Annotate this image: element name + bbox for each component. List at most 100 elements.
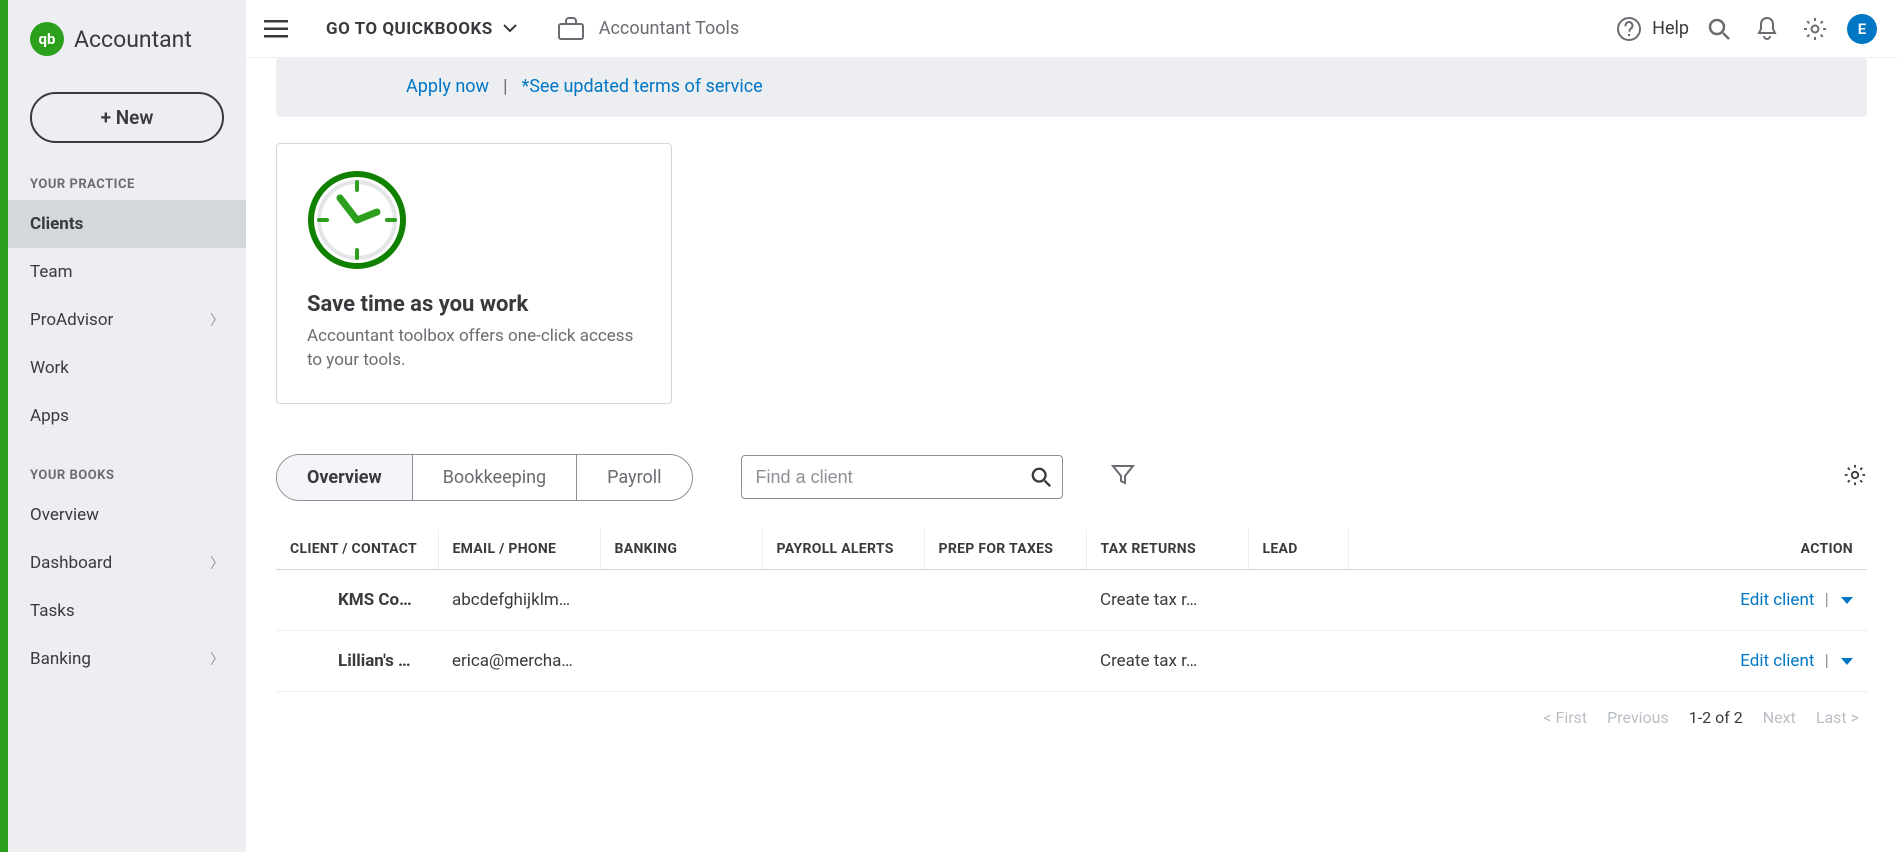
cell-prep — [924, 569, 1086, 630]
sidebar-item-label: Banking — [30, 649, 91, 669]
hamburger-button[interactable] — [254, 7, 298, 51]
main: GO TO QUICKBOOKS Accountant Tools Help E… — [246, 0, 1897, 852]
promo-banner: Apply now | *See updated terms of servic… — [276, 58, 1867, 117]
avatar[interactable]: E — [1847, 14, 1877, 44]
terms-link[interactable]: *See updated terms of service — [521, 76, 762, 97]
cell-client[interactable]: Lillian's … — [276, 630, 438, 691]
search-icon — [1707, 17, 1731, 41]
client-search[interactable] — [741, 455, 1063, 499]
chevron-down-icon — [503, 24, 517, 33]
edit-client-link[interactable]: Edit client — [1740, 651, 1814, 671]
sidebar-item-label: Clients — [30, 214, 83, 234]
th-banking[interactable]: BANKING — [600, 529, 762, 570]
cell-action: Edit client | — [1348, 630, 1867, 691]
table-row[interactable]: Lillian's … erica@mercha… Create tax r… … — [276, 630, 1867, 691]
table-settings-button[interactable] — [1843, 463, 1867, 491]
search-button[interactable] — [1695, 5, 1743, 53]
cell-payroll — [762, 630, 924, 691]
briefcase-icon — [557, 16, 585, 42]
th-payroll[interactable]: PAYROLL ALERTS — [762, 529, 924, 570]
pager-first[interactable]: < First — [1543, 708, 1587, 727]
nav-section-practice: YOUR PRACTICE — [8, 167, 246, 200]
chevron-right-icon: 〉 — [210, 310, 224, 330]
cell-payroll — [762, 569, 924, 630]
clients-table: CLIENT / CONTACT EMAIL / PHONE BANKING P… — [276, 529, 1867, 692]
edit-client-link[interactable]: Edit client — [1740, 590, 1814, 610]
th-email[interactable]: EMAIL / PHONE — [438, 529, 600, 570]
pager-range: 1-2 of 2 — [1689, 708, 1743, 727]
tab-payroll[interactable]: Payroll — [577, 455, 691, 500]
sidebar-item-apps[interactable]: Apps — [8, 392, 246, 440]
sidebar-item-label: Work — [30, 358, 69, 378]
tab-bookkeeping[interactable]: Bookkeeping — [413, 455, 577, 500]
pager-next[interactable]: Next — [1763, 708, 1796, 727]
content: Apply now | *See updated terms of servic… — [246, 58, 1897, 852]
th-action: ACTION — [1348, 529, 1867, 570]
pager-prev[interactable]: Previous — [1607, 708, 1669, 727]
th-returns[interactable]: TAX RETURNS — [1086, 529, 1248, 570]
sidebar-item-proadvisor[interactable]: ProAdvisor 〉 — [8, 296, 246, 344]
gear-icon — [1843, 463, 1867, 487]
filter-button[interactable] — [1111, 463, 1135, 491]
sidebar-item-banking[interactable]: Banking 〉 — [8, 635, 246, 683]
action-menu-caret-icon[interactable] — [1841, 597, 1853, 604]
tab-overview[interactable]: Overview — [277, 455, 413, 500]
th-prep[interactable]: PREP FOR TAXES — [924, 529, 1086, 570]
sidebar-item-dashboard[interactable]: Dashboard 〉 — [8, 539, 246, 587]
qb-logo-icon: qb — [30, 22, 64, 56]
go-to-quickbooks-menu[interactable]: GO TO QUICKBOOKS — [326, 19, 517, 39]
cell-returns[interactable]: Create tax r… — [1086, 630, 1248, 691]
bell-icon — [1755, 16, 1779, 42]
cell-action: Edit client | — [1348, 569, 1867, 630]
cell-banking — [600, 630, 762, 691]
cell-lead — [1248, 569, 1348, 630]
divider: | — [1825, 590, 1829, 610]
gear-icon — [1802, 16, 1828, 42]
th-client[interactable]: CLIENT / CONTACT — [276, 529, 438, 570]
settings-button[interactable] — [1791, 5, 1839, 53]
cell-email: abcdefghijklm… — [438, 569, 600, 630]
sidebar-item-team[interactable]: Team — [8, 248, 246, 296]
sidebar-item-label: Dashboard — [30, 553, 112, 573]
cell-prep — [924, 630, 1086, 691]
accountant-tools-button[interactable]: Accountant Tools — [557, 16, 739, 42]
sidebar-item-label: ProAdvisor — [30, 310, 113, 330]
cell-returns[interactable]: Create tax r… — [1086, 569, 1248, 630]
view-tabs: Overview Bookkeeping Payroll — [276, 454, 693, 501]
help-icon — [1616, 16, 1642, 42]
new-button[interactable]: + New — [30, 92, 224, 143]
action-menu-caret-icon[interactable] — [1841, 658, 1853, 665]
apply-now-link[interactable]: Apply now — [406, 76, 489, 97]
sidebar-item-label: Tasks — [30, 601, 75, 621]
accent-strip — [0, 0, 8, 852]
brand-text: Accountant — [74, 26, 192, 53]
sidebar: qb Accountant + New YOUR PRACTICE Client… — [8, 0, 246, 852]
nav-section-books: YOUR BOOKS — [8, 458, 246, 491]
help-label: Help — [1652, 18, 1689, 39]
notifications-button[interactable] — [1743, 5, 1791, 53]
card-body: Accountant toolbox offers one-click acce… — [307, 325, 641, 373]
search-icon — [1030, 466, 1052, 488]
help-button[interactable]: Help — [1616, 16, 1689, 42]
pager-last[interactable]: Last > — [1816, 708, 1859, 727]
table-toolbar: Overview Bookkeeping Payroll — [276, 454, 1867, 501]
accountant-tools-label: Accountant Tools — [599, 18, 739, 39]
table-row[interactable]: KMS Co… abcdefghijklm… Create tax r… Edi… — [276, 569, 1867, 630]
clock-icon — [307, 170, 407, 270]
card-title: Save time as you work — [307, 292, 641, 317]
chevron-right-icon: 〉 — [210, 553, 224, 573]
sidebar-item-tasks[interactable]: Tasks — [8, 587, 246, 635]
search-input[interactable] — [756, 467, 1030, 488]
sidebar-item-work[interactable]: Work — [8, 344, 246, 392]
sidebar-item-clients[interactable]: Clients — [8, 200, 246, 248]
go-to-label: GO TO QUICKBOOKS — [326, 19, 493, 39]
brand-logo[interactable]: qb Accountant — [8, 12, 246, 74]
toolbox-card: Save time as you work Accountant toolbox… — [276, 143, 672, 404]
topbar: GO TO QUICKBOOKS Accountant Tools Help E — [246, 0, 1897, 58]
th-lead[interactable]: LEAD — [1248, 529, 1348, 570]
cell-client[interactable]: KMS Co… — [276, 569, 438, 630]
funnel-icon — [1111, 463, 1135, 487]
chevron-right-icon: 〉 — [210, 649, 224, 669]
cell-email: erica@mercha… — [438, 630, 600, 691]
sidebar-item-overview[interactable]: Overview — [8, 491, 246, 539]
